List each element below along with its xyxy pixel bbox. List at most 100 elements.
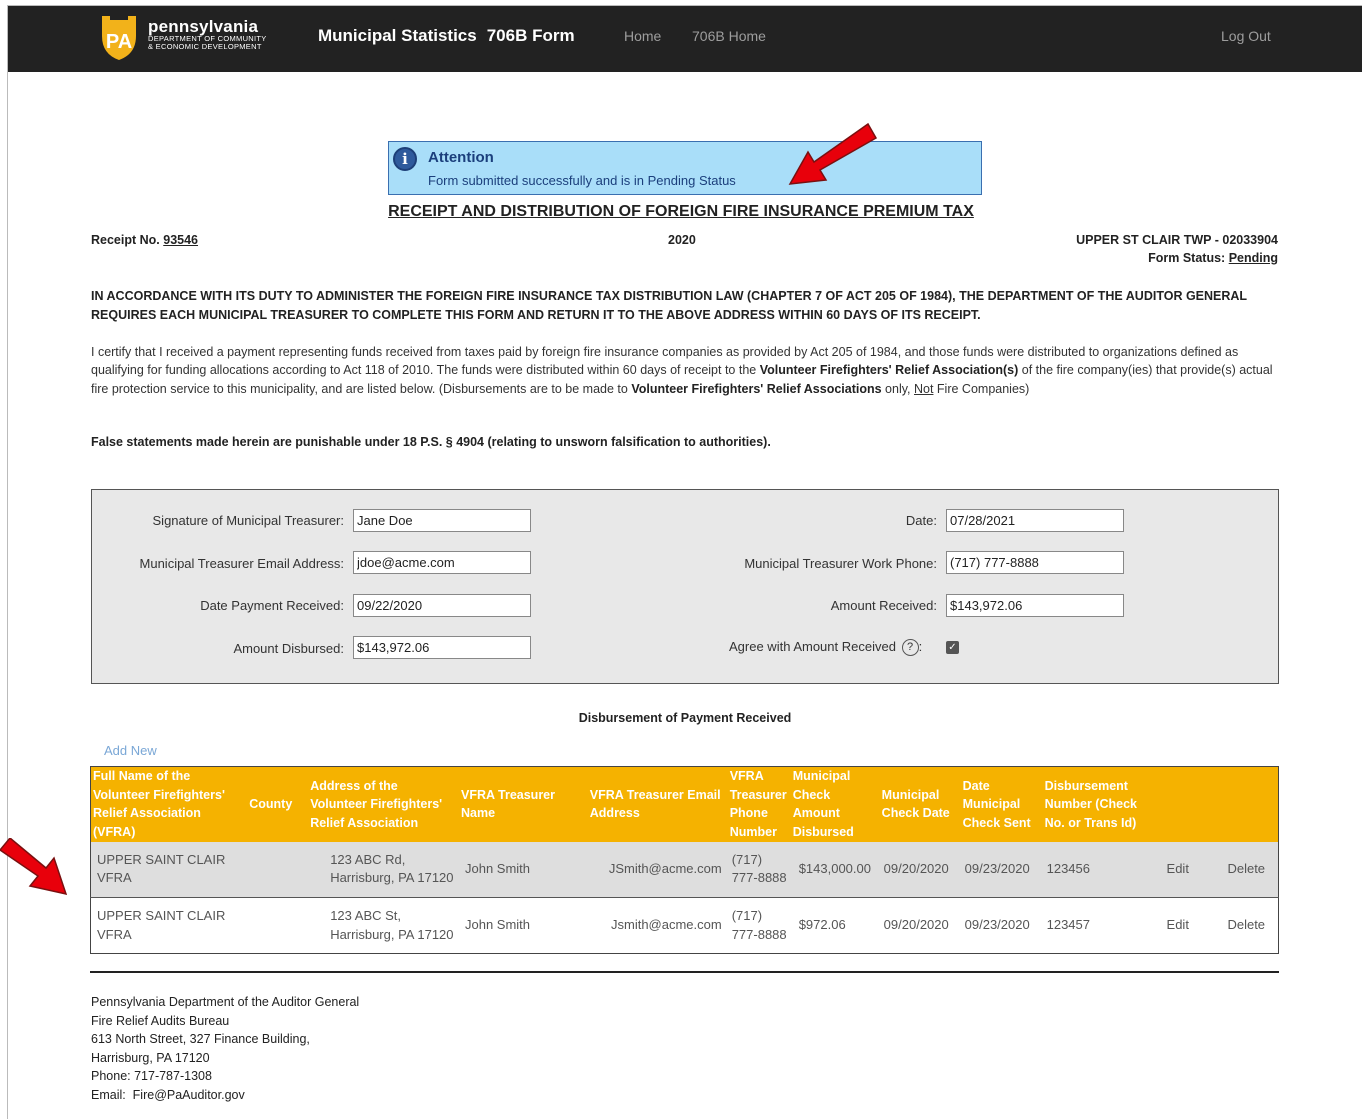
vfra-name-cell: UPPER SAINT CLAIR VFRA bbox=[90, 841, 248, 898]
add-new-link[interactable]: Add New bbox=[104, 743, 157, 758]
pa-logo-icon[interactable]: PA bbox=[98, 14, 140, 62]
nav-link-706b-home[interactable]: 706B Home bbox=[692, 28, 766, 44]
status-badge[interactable]: Pending bbox=[1229, 251, 1278, 265]
annotation-arrow-icon bbox=[0, 838, 68, 896]
annotation-arrow-icon bbox=[788, 122, 878, 185]
duty-statement: IN ACCORDANCE WITH ITS DUTY TO ADMINISTE… bbox=[91, 289, 1247, 322]
app-title[interactable]: Municipal Statistics 706B Form bbox=[318, 26, 575, 46]
receipt-label: Receipt No. bbox=[91, 233, 160, 247]
date-input[interactable] bbox=[946, 509, 1124, 532]
footer-line: Phone: 717-787-1308 bbox=[91, 1069, 212, 1083]
form-year: 2020 bbox=[668, 233, 696, 247]
date-received-label: Date Payment Received: bbox=[200, 598, 344, 613]
municipality-name: UPPER ST CLAIR TWP - 02033904 bbox=[1076, 233, 1278, 247]
edit-button[interactable]: Edit bbox=[1152, 841, 1216, 898]
app-title-text: Municipal Statistics bbox=[318, 26, 477, 45]
address-cell: 123 ABC St, Harrisburg, PA 17120 bbox=[308, 897, 459, 954]
footer-line: Fire Relief Audits Bureau bbox=[91, 1013, 230, 1028]
column-header[interactable]: Date Municipal Check Sent bbox=[960, 766, 1043, 842]
edit-button[interactable]: Edit bbox=[1152, 897, 1216, 954]
alert-message: Form submitted successfully and is in Pe… bbox=[428, 173, 736, 188]
alert-title: Attention bbox=[428, 149, 494, 166]
form-title-text: 706B Form bbox=[486, 26, 575, 45]
column-header-edit bbox=[1152, 766, 1216, 842]
help-icon[interactable]: ? bbox=[901, 639, 919, 657]
logout-link[interactable]: Log Out bbox=[1221, 28, 1271, 44]
certify-part-4: Fire Companies) bbox=[933, 381, 1030, 396]
amount-disbursed-label: Amount Disbursed: bbox=[233, 641, 344, 656]
logo-badge-text: PA bbox=[106, 31, 132, 53]
form-status: Form Status: Pending bbox=[1148, 251, 1278, 265]
footer-line: 613 North Street, 327 Finance Building, bbox=[91, 1032, 310, 1046]
delete-button[interactable]: Delete bbox=[1215, 897, 1279, 954]
disbursement-title: Disbursement of Payment Received bbox=[578, 711, 792, 725]
treasurer-cell: John Smith bbox=[458, 841, 588, 898]
amount-cell: $143,000.00 bbox=[790, 841, 880, 898]
email-label: Municipal Treasurer Email Address: bbox=[139, 556, 344, 571]
amount-received-label: Amount Received: bbox=[830, 598, 937, 613]
delete-button[interactable]: Delete bbox=[1215, 841, 1279, 898]
column-header[interactable]: Municipal Check Amount Disbursed bbox=[790, 766, 880, 842]
footer-address: Pennsylvania Department of the Auditor G… bbox=[91, 993, 359, 1104]
certify-underline: Not bbox=[914, 381, 934, 396]
certification-text: I certify that I received a payment repr… bbox=[91, 343, 1286, 398]
top-navbar: PA pennsylvania DEPARTMENT OF COMMUNITY … bbox=[8, 6, 1362, 72]
logo-main-text: pennsylvania bbox=[148, 17, 259, 36]
agree-checkbox[interactable]: ✓ bbox=[946, 641, 959, 654]
agree-label-row: Agree with Amount Received ?: bbox=[729, 639, 922, 657]
column-header[interactable]: VFRA Treasurer Phone Number bbox=[727, 766, 791, 842]
column-header-delete bbox=[1215, 766, 1279, 842]
table-row: UPPER SAINT CLAIR VFRA 123 ABC St, Harri… bbox=[90, 897, 1279, 954]
date-received-input[interactable] bbox=[353, 594, 531, 617]
phone-cell: (717) 777-8888 bbox=[727, 897, 791, 954]
sent-date-cell: 09/23/2020 bbox=[960, 841, 1043, 898]
email-cell: Jsmith@acme.com bbox=[587, 897, 728, 954]
logo-sub-text-2: & ECONOMIC DEVELOPMENT bbox=[148, 42, 262, 51]
address-cell: 123 ABC Rd, Harrisburg, PA 17120 bbox=[308, 841, 459, 898]
status-label: Form Status: bbox=[1148, 251, 1226, 265]
table-header-row: Full Name of the Volunteer Firefighters'… bbox=[90, 766, 1279, 842]
column-header[interactable]: Disbursement Number (Check No. or Trans … bbox=[1042, 766, 1153, 842]
date-label: Date: bbox=[905, 513, 937, 528]
check-date-cell: 09/20/2020 bbox=[879, 841, 961, 898]
disbursement-number-cell: 123457 bbox=[1042, 897, 1153, 954]
footer-divider bbox=[90, 971, 1279, 973]
footer-line: Harrisburg, PA 17120 bbox=[91, 1050, 210, 1065]
signature-input[interactable] bbox=[353, 509, 531, 532]
page-heading: RECEIPT AND DISTRIBUTION OF FOREIGN FIRE… bbox=[388, 203, 974, 220]
footer-line: Pennsylvania Department of the Auditor G… bbox=[91, 995, 360, 1009]
column-header[interactable]: County bbox=[247, 766, 309, 842]
phone-label: Municipal Treasurer Work Phone: bbox=[744, 556, 937, 571]
certify-bold-1: Volunteer Firefighters' Relief Associati… bbox=[759, 363, 1019, 378]
phone-field[interactable] bbox=[946, 551, 1124, 574]
email-field[interactable] bbox=[353, 551, 531, 574]
receipt-number-value[interactable]: 93546 bbox=[163, 233, 198, 247]
logo-wordmark[interactable]: pennsylvania DEPARTMENT OF COMMUNITY & E… bbox=[148, 18, 267, 51]
amount-cell: $972.06 bbox=[790, 897, 880, 954]
column-header[interactable]: VFRA Treasurer Name bbox=[458, 766, 588, 842]
email-cell: JSmith@acme.com bbox=[587, 841, 728, 898]
column-header[interactable]: VFRA Treasurer Email Address bbox=[587, 766, 728, 842]
certify-bold-2: Volunteer Firefighters' Relief Associati… bbox=[631, 381, 882, 396]
amount-received-input[interactable] bbox=[946, 594, 1124, 617]
attention-alert: i Attention Form submitted successfully … bbox=[388, 141, 982, 195]
false-statement-warning: False statements made herein are punisha… bbox=[91, 435, 771, 449]
receipt-number: Receipt No. 93546 bbox=[91, 233, 198, 247]
footer-email[interactable]: Email: Fire@PaAuditor.gov bbox=[91, 1086, 359, 1105]
nav-link-home[interactable]: Home bbox=[624, 28, 661, 44]
column-header[interactable]: Address of the Volunteer Firefighters' R… bbox=[308, 766, 459, 842]
county-cell bbox=[247, 841, 309, 898]
disbursement-table: Full Name of the Volunteer Firefighters'… bbox=[90, 766, 1279, 954]
signature-label: Signature of Municipal Treasurer: bbox=[152, 513, 344, 528]
certify-part-3: only, bbox=[881, 381, 914, 396]
amount-disbursed-input[interactable] bbox=[353, 636, 531, 659]
county-cell bbox=[247, 897, 309, 954]
treasurer-cell: John Smith bbox=[458, 897, 588, 954]
info-icon: i bbox=[393, 147, 417, 171]
column-header[interactable]: Municipal Check Date bbox=[879, 766, 961, 842]
disbursement-number-cell: 123456 bbox=[1042, 841, 1153, 898]
vfra-name-cell: UPPER SAINT CLAIR VFRA bbox=[90, 897, 248, 954]
column-header[interactable]: Full Name of the Volunteer Firefighters'… bbox=[90, 766, 248, 842]
phone-cell: (717) 777-8888 bbox=[727, 841, 791, 898]
check-date-cell: 09/20/2020 bbox=[879, 897, 961, 954]
